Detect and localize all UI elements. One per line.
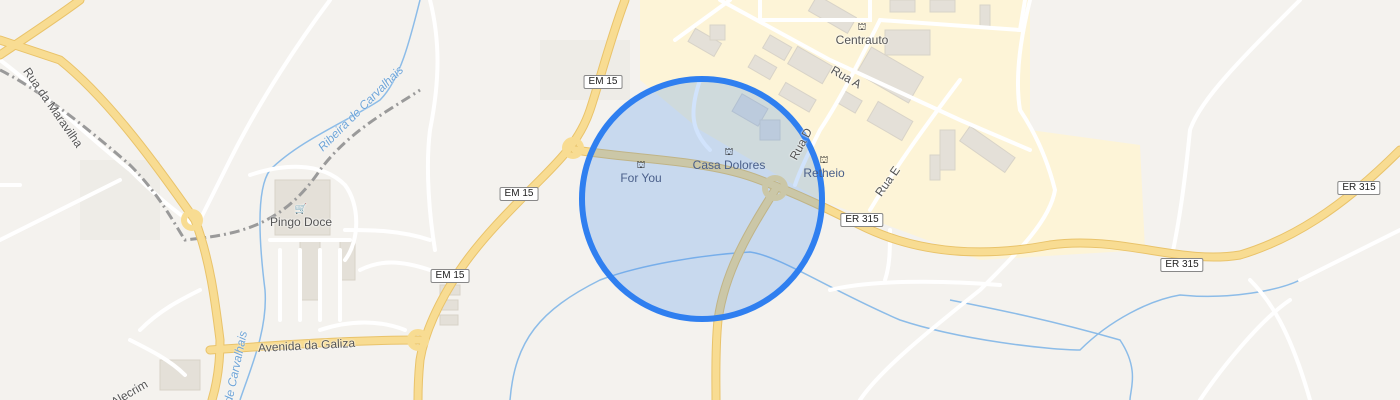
shopping-bag-icon: ⛫ — [724, 147, 734, 158]
road-shield-em15: EM 15 — [430, 269, 470, 283]
shopping-bag-icon: ⛫ — [636, 160, 646, 171]
poi-label: Pingo Doce — [269, 215, 333, 229]
road-shield-em15: EM 15 — [499, 187, 539, 201]
selection-circle — [579, 76, 825, 322]
road-shield-er315: ER 315 — [1160, 258, 1204, 272]
map-view[interactable]: EM 15 EM 15 EM 15 ER 315 ER 315 ER 315 R… — [0, 0, 1400, 400]
poi-for-you[interactable]: ⛫ For You — [620, 160, 661, 185]
road-shield-er315: ER 315 — [840, 213, 884, 227]
poi-pingo-doce[interactable]: 🛒 Pingo Doce — [270, 204, 332, 229]
poi-label: Centrauto — [835, 33, 889, 47]
shopping-cart-icon: 🛒 — [294, 204, 308, 215]
poi-label: Casa Dolores — [692, 158, 766, 172]
map-base-layer — [0, 0, 1400, 400]
road-shield-em15: EM 15 — [583, 75, 623, 89]
poi-retheio[interactable]: ⛫ Retheio — [803, 155, 844, 180]
poi-label: Retheio — [803, 166, 845, 180]
shopping-bag-icon: ⛫ — [857, 22, 867, 33]
road-shield-er315: ER 315 — [1337, 181, 1381, 195]
poi-centrauto[interactable]: ⛫ Centrauto — [836, 22, 889, 47]
shopping-bag-icon: ⛫ — [819, 155, 829, 166]
park-area — [540, 40, 630, 100]
poi-casa-dolores[interactable]: ⛫ Casa Dolores — [693, 147, 766, 172]
poi-label: For You — [620, 171, 662, 185]
